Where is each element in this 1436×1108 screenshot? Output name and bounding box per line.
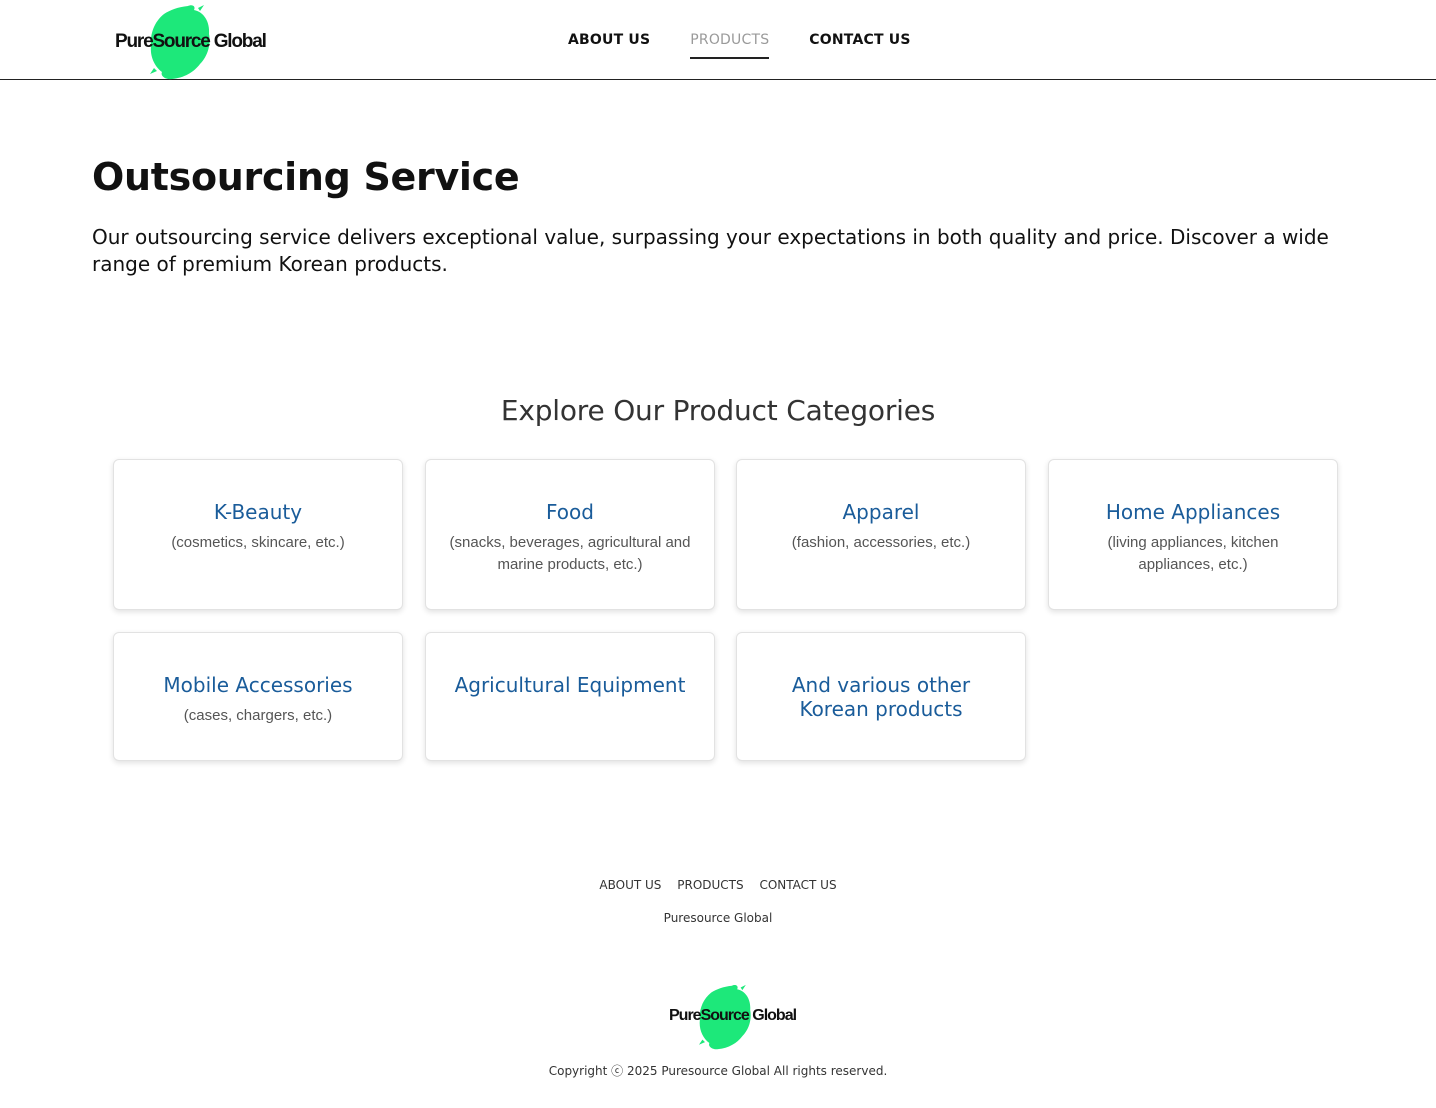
- intro-description: Our outsourcing service delivers excepti…: [92, 225, 1329, 276]
- footer-company-name: Puresource Global: [663, 911, 773, 925]
- page-title: Outsourcing Service: [92, 155, 520, 199]
- footer-logo[interactable]: PureSource Global: [667, 984, 807, 1050]
- header-logo[interactable]: PureSource Global: [114, 4, 274, 80]
- category-card-agricultural-equipment[interactable]: Agricultural Equipment: [425, 632, 715, 761]
- category-card-k-beauty[interactable]: K-Beauty (cosmetics, skincare, etc.): [113, 459, 403, 610]
- category-desc: (cosmetics, skincare, etc.): [171, 534, 345, 551]
- categories-heading: Explore Our Product Categories: [500, 394, 936, 427]
- category-card-mobile-accessories[interactable]: Mobile Accessories (cases, chargers, etc…: [113, 632, 403, 761]
- header-logo-text: PureSource Global: [115, 31, 267, 52]
- category-card-other-korean-products[interactable]: And various other Korean products: [736, 632, 1026, 761]
- category-card-home-appliances[interactable]: Home Appliances (living appliances, kitc…: [1048, 459, 1338, 610]
- category-card-apparel[interactable]: Apparel (fashion, accessories, etc.): [736, 459, 1026, 610]
- category-name: Mobile Accessories: [163, 673, 353, 697]
- footer-link-contact-us[interactable]: CONTACT US: [759, 878, 836, 892]
- category-desc: (living appliances, kitchen appliances, …: [1107, 534, 1279, 573]
- category-name: K-Beauty: [213, 500, 303, 524]
- nav-products[interactable]: PRODUCTS: [690, 0, 770, 80]
- site-header: PureSource Global ABOUT US PRODUCTS CONT…: [0, 0, 1436, 80]
- nav-contact-us[interactable]: CONTACT US: [809, 0, 910, 80]
- category-card-food[interactable]: Food (snacks, beverages, agricultural an…: [425, 459, 715, 610]
- main-nav: ABOUT US PRODUCTS CONTACT US: [568, 0, 911, 80]
- category-name: Food: [546, 500, 594, 524]
- category-desc: (cases, chargers, etc.): [183, 707, 333, 724]
- footer-link-products[interactable]: PRODUCTS: [677, 878, 743, 892]
- category-name: Home Appliances: [1105, 500, 1281, 524]
- footer-logo-text: PureSource Global: [669, 1007, 797, 1024]
- copyright-text: Copyright ⓒ 2025 Puresource Global All r…: [548, 1064, 888, 1078]
- category-desc: (fashion, accessories, etc.): [791, 534, 971, 551]
- category-name: Agricultural Equipment: [454, 673, 686, 697]
- category-name: Apparel: [842, 500, 920, 524]
- footer-nav: ABOUT US PRODUCTS CONTACT US: [0, 878, 1436, 892]
- nav-about-us[interactable]: ABOUT US: [568, 0, 650, 80]
- category-desc: (snacks, beverages, agricultural and mar…: [449, 534, 691, 573]
- footer-link-about-us[interactable]: ABOUT US: [599, 878, 661, 892]
- category-name: And various other Korean products: [791, 673, 971, 721]
